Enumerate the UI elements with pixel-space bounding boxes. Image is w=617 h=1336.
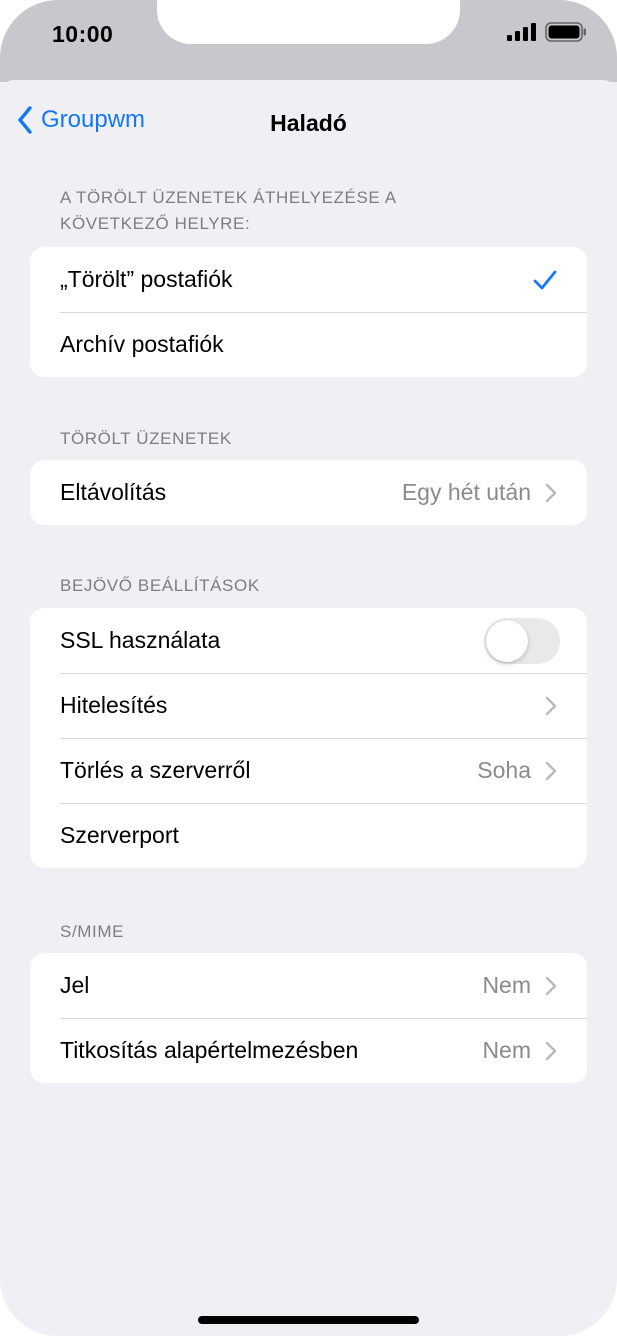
home-indicator[interactable] bbox=[198, 1316, 419, 1324]
row-label: Titkosítás alapértelmezésben bbox=[60, 1037, 359, 1063]
status-time: 10:00 bbox=[52, 21, 114, 47]
group-smime: Jel Nem Titkosítás alapértelmezésben Nem bbox=[30, 953, 587, 1083]
row-label: SSL használata bbox=[60, 627, 221, 653]
row-label: „Törölt” postafiók bbox=[60, 266, 233, 292]
section-header-incoming: Bejövő beállítások bbox=[60, 576, 260, 595]
chevron-right-icon bbox=[545, 1041, 557, 1060]
status-icons bbox=[507, 22, 587, 42]
row-label: Hitelesítés bbox=[60, 692, 168, 718]
checkmark-icon bbox=[533, 270, 557, 289]
row-value: Nem bbox=[482, 1037, 531, 1063]
status-bar: 10:00 bbox=[0, 0, 617, 82]
ssl-toggle[interactable] bbox=[484, 617, 560, 664]
row-remove[interactable]: Eltávolítás Egy hét után bbox=[30, 460, 587, 525]
section-header-move-deleted: A törölt üzenetek áthelyezése a következ… bbox=[60, 188, 396, 233]
notch bbox=[157, 0, 460, 44]
row-use-ssl: SSL használata bbox=[30, 608, 587, 673]
section-header-deleted-messages: Törölt üzenetek bbox=[60, 429, 232, 448]
row-label: Jel bbox=[60, 972, 90, 998]
settings-sheet: Groupwm Haladó A törölt üzenetek áthelye… bbox=[0, 80, 617, 1336]
chevron-right-icon bbox=[545, 976, 557, 995]
row-label: Archív postafiók bbox=[60, 331, 224, 357]
group-incoming-settings: SSL használata Hitelesítés Törlés a szer… bbox=[30, 608, 587, 868]
option-archive-mailbox[interactable]: Archív postafiók bbox=[30, 312, 587, 377]
phone-screen: 10:00 Groupwm Haladó A TÖRÖLT ÜZENETEK Á… bbox=[0, 0, 617, 1336]
section-header-smime: S/MIME bbox=[60, 922, 125, 941]
toggle-knob bbox=[486, 619, 528, 662]
row-label: Eltávolítás bbox=[60, 479, 167, 505]
row-value: Nem bbox=[482, 972, 531, 998]
chevron-right-icon bbox=[545, 696, 557, 715]
row-server-port[interactable]: Szerverport bbox=[30, 803, 587, 868]
battery-icon bbox=[545, 22, 586, 42]
row-value: Egy hét után bbox=[401, 479, 531, 505]
group-move-deleted: „Törölt” postafiók Archív postafiók bbox=[30, 247, 587, 377]
navigation-bar: Groupwm Haladó bbox=[0, 80, 617, 164]
row-authentication[interactable]: Hitelesítés bbox=[30, 673, 587, 738]
row-sign[interactable]: Jel Nem bbox=[30, 953, 587, 1018]
signal-icon bbox=[507, 23, 536, 41]
row-delete-from-server[interactable]: Törlés a szerverről Soha bbox=[30, 738, 587, 803]
group-deleted-messages: Eltávolítás Egy hét után bbox=[30, 460, 587, 525]
row-label: Szerverport bbox=[60, 822, 179, 848]
option-deleted-mailbox[interactable]: „Törölt” postafiók bbox=[30, 247, 587, 312]
row-value: Soha bbox=[477, 757, 531, 783]
chevron-right-icon bbox=[545, 761, 557, 780]
page-title: Haladó bbox=[270, 110, 347, 136]
row-encrypt-by-default[interactable]: Titkosítás alapértelmezésben Nem bbox=[30, 1018, 587, 1083]
row-label: Törlés a szerverről bbox=[60, 757, 251, 783]
chevron-right-icon bbox=[545, 483, 557, 502]
